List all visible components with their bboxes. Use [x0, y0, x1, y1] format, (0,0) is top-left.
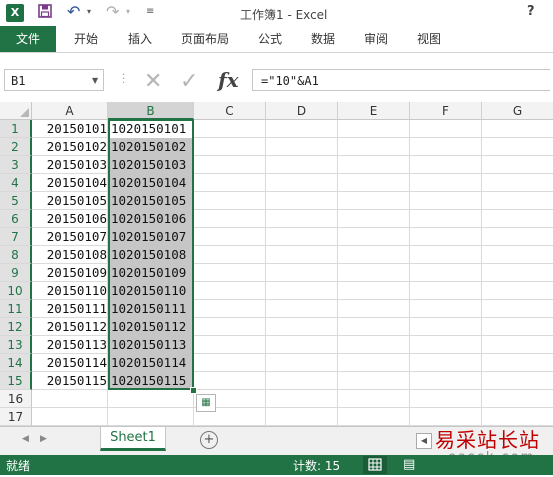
- tab-file[interactable]: 文件: [0, 26, 56, 52]
- customize-qat-icon[interactable]: ≡: [146, 6, 154, 17]
- name-box-dropdown-icon[interactable]: ▼: [92, 76, 98, 85]
- cell-a[interactable]: 20150102: [33, 138, 107, 155]
- status-count: 计数: 15: [293, 459, 341, 473]
- sheet-tab-sheet1[interactable]: Sheet1: [100, 427, 166, 451]
- undo-icon[interactable]: ↶: [67, 2, 80, 21]
- watermark-logo: 易采站长站: [435, 428, 540, 452]
- name-box[interactable]: B1: [4, 69, 104, 91]
- row-header[interactable]: 14: [0, 354, 32, 372]
- cell-a[interactable]: 20150101: [33, 120, 107, 137]
- tab-data[interactable]: 数据: [311, 26, 335, 52]
- row-header[interactable]: 13: [0, 336, 32, 354]
- tab-home[interactable]: 开始: [74, 26, 98, 52]
- cell-a[interactable]: 20150110: [33, 282, 107, 299]
- hscroll-left-icon[interactable]: ◀: [416, 433, 432, 449]
- row-header[interactable]: 3: [0, 156, 32, 174]
- row-header[interactable]: 9: [0, 264, 32, 282]
- gridline: [32, 407, 553, 408]
- formula-bar: B1 ▼ · · · ✕ ✓ fx ="10"&A1: [0, 65, 553, 97]
- selection-border: [108, 119, 194, 390]
- tab-page-layout[interactable]: 页面布局: [181, 26, 229, 52]
- window-title: 工作簿1 - Excel: [240, 8, 328, 22]
- gridline: [409, 120, 410, 426]
- formula-input[interactable]: ="10"&A1: [252, 69, 550, 91]
- tab-formulas[interactable]: 公式: [258, 26, 282, 52]
- select-all-triangle-icon: [20, 108, 29, 117]
- row-header[interactable]: 12: [0, 318, 32, 336]
- row-header[interactable]: 1: [0, 120, 32, 138]
- column-header-g[interactable]: G: [482, 102, 553, 120]
- cell-a[interactable]: 20150112: [33, 318, 107, 335]
- status-bar: 就绪 计数: 15 ▤: [0, 455, 553, 475]
- row-header[interactable]: 5: [0, 192, 32, 210]
- help-button[interactable]: ?: [527, 4, 535, 19]
- column-header-b[interactable]: B: [108, 102, 194, 120]
- add-sheet-button[interactable]: +: [200, 431, 218, 449]
- row-header[interactable]: 11: [0, 300, 32, 318]
- row-header[interactable]: 15: [0, 372, 32, 390]
- column-header-c[interactable]: C: [194, 102, 266, 120]
- row-header[interactable]: 6: [0, 210, 32, 228]
- save-icon[interactable]: [38, 4, 52, 22]
- tab-insert[interactable]: 插入: [128, 26, 152, 52]
- cancel-icon[interactable]: ✕: [144, 69, 162, 94]
- row-header[interactable]: 16: [0, 390, 32, 408]
- column-header-d[interactable]: D: [266, 102, 338, 120]
- sheet-nav-prev-icon[interactable]: ◀: [22, 434, 29, 444]
- excel-logo-icon: X: [6, 4, 24, 22]
- row-header[interactable]: 17: [0, 408, 32, 426]
- cell-a[interactable]: 20150113: [33, 336, 107, 353]
- worksheet-grid[interactable]: A B C D E F G 1 2 3 4 5 6 7 8 9 10 11 12 13 14 15 16 17 …: [0, 102, 553, 426]
- paste-options-icon[interactable]: ▦: [196, 394, 216, 412]
- enter-icon[interactable]: ✓: [180, 69, 198, 94]
- tab-review[interactable]: 审阅: [364, 26, 388, 52]
- cell-a[interactable]: 20150105: [33, 192, 107, 209]
- status-ready: 就绪: [6, 459, 31, 473]
- insert-function-icon[interactable]: fx: [218, 68, 239, 92]
- cell-a[interactable]: 20150115: [33, 372, 107, 389]
- ribbon-tabs: 文件 开始 插入 页面布局 公式 数据 审阅 视图: [0, 26, 553, 53]
- cell-a[interactable]: 20150104: [33, 174, 107, 191]
- title-bar: X ↶ ▾ ↷ ▾ ≡ 工作簿1 - Excel ?: [0, 0, 553, 28]
- column-header-a[interactable]: A: [32, 102, 108, 120]
- row-header[interactable]: 8: [0, 246, 32, 264]
- row-header[interactable]: 7: [0, 228, 32, 246]
- normal-view-icon[interactable]: [363, 456, 387, 474]
- cell-a[interactable]: 20150111: [33, 300, 107, 317]
- column-header-e[interactable]: E: [338, 102, 410, 120]
- fill-handle[interactable]: [190, 387, 197, 394]
- cell-a[interactable]: 20150103: [33, 156, 107, 173]
- formula-bar-grip-icon: · · ·: [122, 70, 126, 89]
- page-layout-view-icon[interactable]: ▤: [403, 457, 415, 472]
- redo-icon[interactable]: ↷: [106, 2, 119, 21]
- cell-a[interactable]: 20150108: [33, 246, 107, 263]
- gridline: [337, 120, 338, 426]
- redo-dropdown-icon[interactable]: ▾: [126, 7, 130, 16]
- gridline: [481, 120, 482, 426]
- sheet-nav-next-icon[interactable]: ▶: [40, 434, 47, 444]
- cell-a[interactable]: 20150109: [33, 264, 107, 281]
- tab-view[interactable]: 视图: [417, 26, 441, 52]
- cell-a[interactable]: 20150114: [33, 354, 107, 371]
- row-header[interactable]: 2: [0, 138, 32, 156]
- column-header-f[interactable]: F: [410, 102, 482, 120]
- undo-dropdown-icon[interactable]: ▾: [87, 7, 91, 16]
- cell-a[interactable]: 20150106: [33, 210, 107, 227]
- gridline: [265, 120, 266, 426]
- row-header[interactable]: 10: [0, 282, 32, 300]
- cell-a[interactable]: 20150107: [33, 228, 107, 245]
- row-header[interactable]: 4: [0, 174, 32, 192]
